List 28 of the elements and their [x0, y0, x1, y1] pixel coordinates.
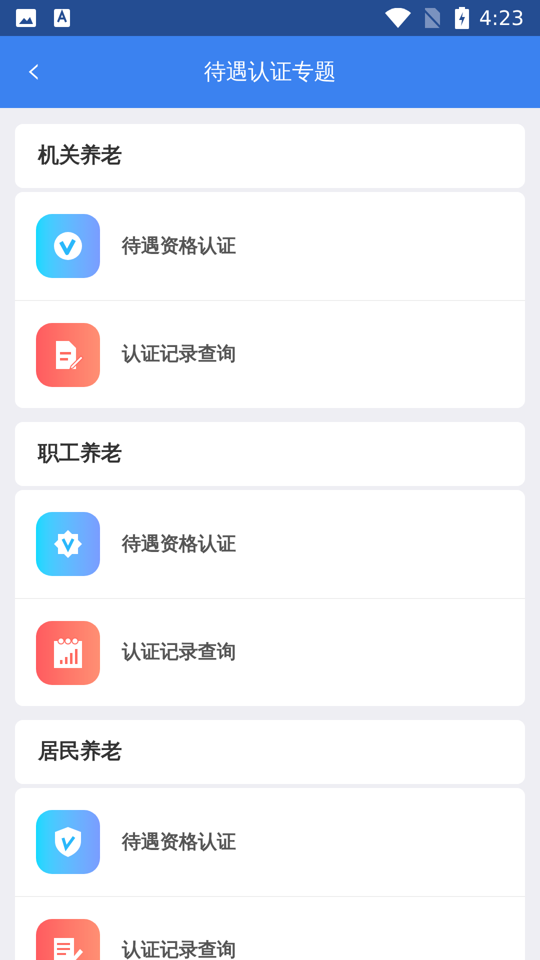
shield-icon [53, 826, 83, 858]
menu-item[interactable]: 认证记录查询 [15, 300, 525, 408]
menu-item-label: 认证记录查询 [122, 342, 236, 368]
wifi-icon [385, 8, 412, 28]
back-button[interactable]: ‹ [22, 50, 46, 90]
section-title: 机关养老 [38, 142, 122, 170]
font-icon [54, 9, 70, 27]
no-sim-icon [423, 8, 442, 28]
badge-icon [52, 528, 84, 560]
menu-item[interactable]: 待遇资格认证 [15, 192, 525, 300]
image-icon [16, 9, 36, 27]
page-title: 待遇认证专题 [204, 58, 336, 86]
menu-item-label: 待遇资格认证 [122, 234, 236, 259]
menu-item[interactable]: 认证记录查询 [15, 598, 525, 706]
menu-item-label: 待遇资格认证 [122, 830, 236, 855]
section-title: 居民养老 [38, 738, 122, 766]
menu-item[interactable]: 待遇资格认证 [15, 490, 525, 598]
calendar-chart-icon [53, 636, 83, 668]
notepad-pen-icon [52, 936, 84, 960]
status-time: 4:23 [479, 5, 524, 32]
menu-item-label: 待遇资格认证 [122, 532, 236, 557]
v-check-icon [53, 231, 83, 261]
menu-item[interactable]: 待遇资格认证 [15, 788, 525, 896]
menu-item[interactable]: 认证记录查询 [15, 896, 525, 960]
section-title: 职工养老 [38, 440, 122, 468]
menu-item-label: 认证记录查询 [122, 640, 236, 666]
menu-item-label: 认证记录查询 [122, 938, 236, 960]
battery-charging-icon [455, 7, 470, 29]
